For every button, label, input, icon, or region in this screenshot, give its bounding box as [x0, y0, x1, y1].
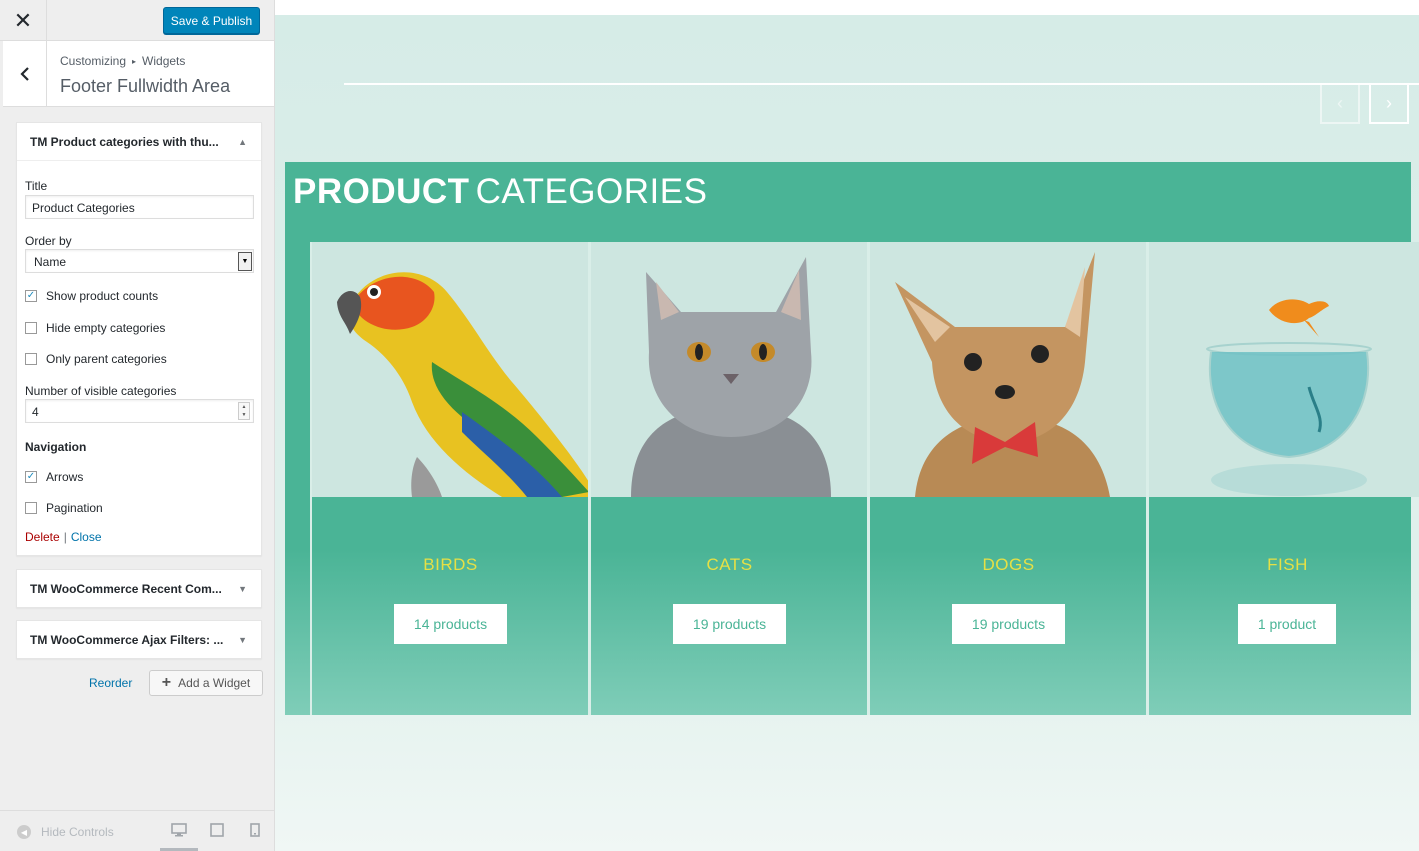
category-name[interactable]: FISH [1149, 555, 1419, 575]
widget-title: TM WooCommerce Ajax Filters: ... [30, 633, 224, 647]
order-by-label: Order by [25, 234, 72, 248]
carousel-next-button[interactable]: › [1369, 83, 1409, 124]
customizer-footer: ◀ Hide Controls [0, 810, 274, 851]
customizer-header: ✕ Save & Publish [0, 0, 274, 41]
widget-title: TM WooCommerce Recent Com... [30, 582, 222, 596]
order-by-select[interactable]: Name ▼ [25, 249, 254, 273]
only-parent-label: Only parent categories [46, 352, 167, 366]
category-image-goldfish-bowl[interactable] [1149, 242, 1419, 497]
show-counts-option[interactable]: ✓ Show product counts [25, 288, 158, 304]
divider-line [344, 83, 1419, 85]
only-parent-checkbox[interactable] [25, 353, 37, 365]
heading-bold: PRODUCT [293, 172, 470, 211]
hide-empty-label: Hide empty categories [46, 321, 166, 335]
site-preview: ‹ › PRODUCT CATEGORIES BIRDS 14 products… [275, 15, 1419, 851]
expand-arrow-icon[interactable]: ▼ [238, 584, 247, 594]
chevron-left-icon [19, 66, 29, 81]
breadcrumb-child: Widgets [142, 54, 186, 68]
visible-categories-input[interactable]: 4 ▲ ▼ [25, 399, 254, 423]
category-card-cats[interactable]: CATS 19 products [589, 242, 869, 715]
desktop-icon[interactable] [171, 823, 187, 837]
arrows-checkbox[interactable]: ✓ [25, 471, 37, 483]
add-widget-label: Add a Widget [178, 676, 251, 690]
section-title: Footer Fullwidth Area [60, 76, 231, 96]
expand-arrow-icon[interactable]: ▼ [238, 635, 247, 645]
only-parent-option[interactable]: Only parent categories [25, 351, 167, 367]
widget-product-categories: TM Product categories with thu... ▲ Titl… [16, 122, 262, 556]
hide-controls-label: Hide Controls [41, 825, 114, 839]
close-icon: ✕ [13, 7, 33, 33]
tablet-icon[interactable] [209, 823, 225, 837]
widget-actions: Delete | Close [25, 530, 102, 544]
widget-recent-comments-header[interactable]: TM WooCommerce Recent Com... ▼ [17, 570, 261, 608]
arrows-option[interactable]: ✓ Arrows [25, 469, 83, 485]
delete-link[interactable]: Delete [25, 530, 60, 544]
category-count-button[interactable]: 14 products [394, 604, 507, 644]
add-widget-button[interactable]: + Add a Widget [149, 670, 263, 696]
spinner-down-icon[interactable]: ▼ [242, 412, 247, 418]
category-image-cat[interactable] [591, 242, 868, 497]
title-input[interactable]: Product Categories [25, 195, 254, 219]
category-image-parrot[interactable] [312, 242, 589, 497]
spinner-up-icon[interactable]: ▲ [242, 404, 247, 410]
reorder-link[interactable]: Reorder [89, 676, 132, 690]
pagination-label: Pagination [46, 501, 103, 515]
hide-empty-checkbox[interactable] [25, 322, 37, 334]
visible-categories-label: Number of visible categories [25, 384, 177, 398]
pagination-option[interactable]: Pagination [25, 500, 103, 516]
hide-controls-button[interactable]: ◀ Hide Controls [17, 825, 114, 839]
customizer-sidebar: ✕ Save & Publish Customizing ▸ Widgets Foo… [0, 0, 275, 851]
show-counts-checkbox[interactable]: ✓ [25, 290, 37, 302]
category-name[interactable]: DOGS [870, 555, 1147, 575]
dropdown-arrow-icon[interactable]: ▼ [238, 252, 252, 271]
product-categories-heading: PRODUCT CATEGORIES [293, 172, 707, 212]
hide-empty-option[interactable]: Hide empty categories [25, 320, 165, 336]
close-customizer-button[interactable]: ✕ [0, 0, 47, 41]
save-publish-button[interactable]: Save & Publish [163, 7, 260, 34]
category-card-birds[interactable]: BIRDS 14 products [310, 242, 590, 715]
title-label: Title [25, 179, 48, 193]
category-card-dogs[interactable]: DOGS 19 products [868, 242, 1148, 715]
category-name[interactable]: CATS [591, 555, 868, 575]
close-link[interactable]: Close [71, 530, 102, 544]
category-count-button[interactable]: 1 product [1238, 604, 1336, 644]
order-by-value: Name [34, 255, 67, 269]
number-spinner[interactable]: ▲ ▼ [238, 402, 250, 420]
breadcrumb-separator: ▸ [132, 57, 137, 66]
arrows-label: Arrows [46, 470, 84, 484]
visible-categories-value: 4 [32, 405, 39, 419]
product-categories-widget: PRODUCT CATEGORIES BIRDS 14 products CAT… [285, 162, 1419, 715]
pagination-checkbox[interactable] [25, 502, 37, 514]
heading-light: CATEGORIES [475, 172, 708, 211]
link-separator: | [63, 530, 67, 544]
category-image-dog[interactable] [870, 242, 1147, 497]
show-counts-label: Show product counts [46, 289, 159, 303]
plus-icon: + [161, 674, 172, 691]
widget-recent-comments[interactable]: TM WooCommerce Recent Com... ▼ [16, 569, 262, 608]
arrow-left-circle-icon: ◀ [17, 825, 31, 839]
chevron-right-icon: › [1386, 93, 1392, 113]
back-button[interactable] [3, 41, 47, 106]
widget-ajax-filters[interactable]: TM WooCommerce Ajax Filters: ... ▼ [16, 620, 262, 659]
section-header: Customizing ▸ Widgets Footer Fullwidth Are… [3, 41, 274, 107]
breadcrumb-root: Customizing [60, 54, 127, 68]
widget-ajax-filters-header[interactable]: TM WooCommerce Ajax Filters: ... ▼ [17, 621, 261, 659]
breadcrumb: Customizing ▸ Widgets [60, 54, 185, 68]
mobile-icon[interactable] [247, 823, 263, 837]
category-count-button[interactable]: 19 products [952, 604, 1065, 644]
category-count-button[interactable]: 19 products [673, 604, 786, 644]
widget-title: TM Product categories with thu... [30, 135, 219, 149]
widget-product-categories-header[interactable]: TM Product categories with thu... ▲ [17, 123, 261, 161]
navigation-heading: Navigation [25, 440, 87, 454]
category-name[interactable]: BIRDS [312, 555, 589, 575]
carousel-prev-button[interactable]: ‹ [1320, 83, 1360, 124]
chevron-left-icon: ‹ [1337, 93, 1343, 113]
category-card-fish[interactable]: FISH 1 product [1147, 242, 1419, 715]
collapse-arrow-icon[interactable]: ▲ [238, 137, 247, 147]
